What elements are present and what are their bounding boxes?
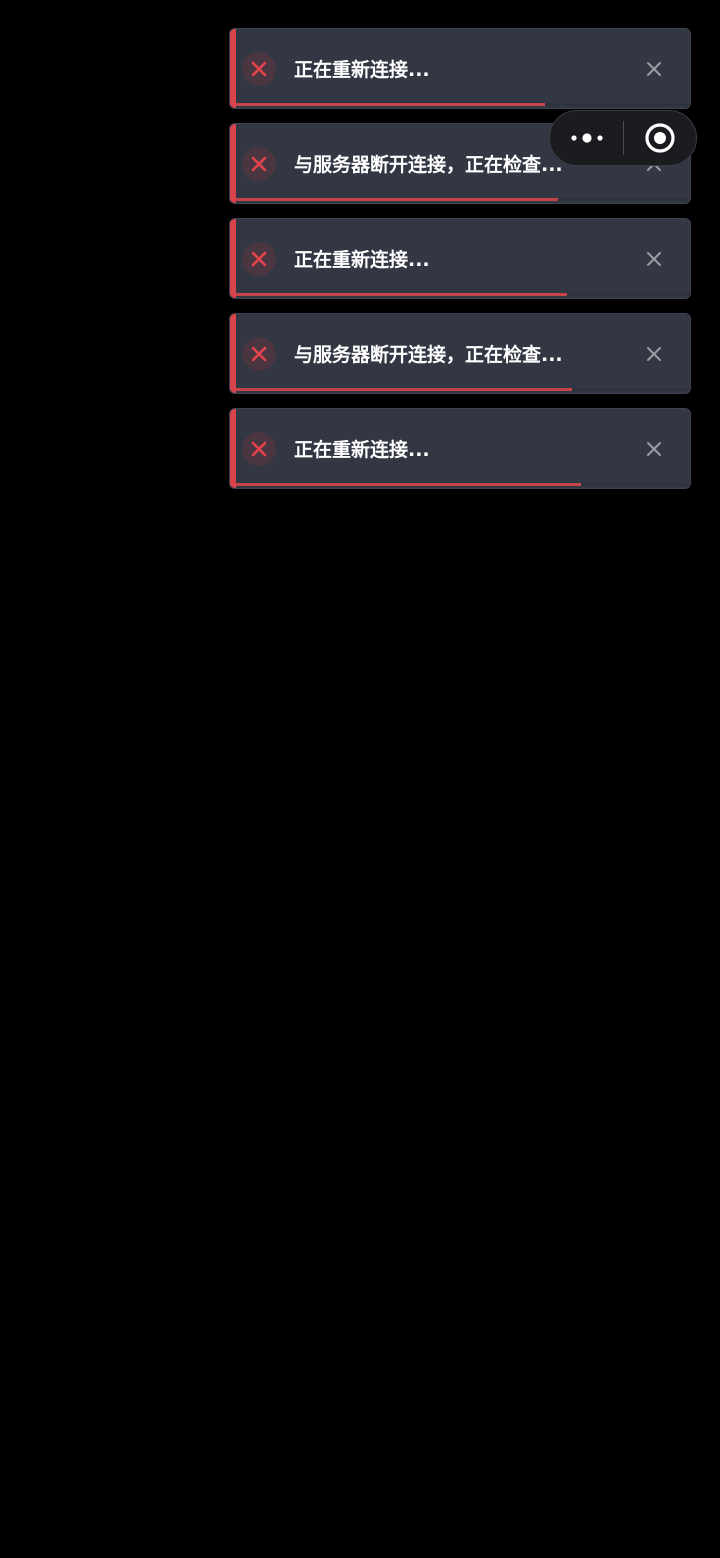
toast-progress-fill: [236, 103, 545, 106]
error-x-icon: [242, 432, 276, 466]
close-icon[interactable]: [640, 435, 668, 463]
target-circle-icon[interactable]: [624, 111, 696, 165]
error-x-icon: [242, 52, 276, 86]
toast-notification: 正在重新连接...: [229, 28, 691, 109]
toast-progress-track: [236, 483, 690, 486]
toast-accent-bar: [230, 219, 236, 298]
toast-progress-fill: [236, 483, 582, 486]
toast-accent-bar: [230, 29, 236, 108]
toast-progress-track: [236, 388, 690, 391]
toast-progress-fill: [236, 388, 572, 391]
toast-progress-fill: [236, 293, 568, 296]
toast-message: 正在重新连接...: [294, 249, 430, 271]
error-x-icon: [242, 242, 276, 276]
toast-message: 正在重新连接...: [294, 59, 430, 81]
error-x-icon: [242, 147, 276, 181]
toast-progress-fill: [236, 198, 559, 201]
error-x-icon: [242, 337, 276, 371]
toast-accent-bar: [230, 314, 236, 393]
toast-progress-track: [236, 198, 690, 201]
toast-stack: 正在重新连接... 与服务器断开连接，正在检查... 正在重新连接... 与服务…: [229, 28, 691, 503]
mini-program-capsule: [549, 110, 697, 166]
toast-notification: 正在重新连接...: [229, 218, 691, 299]
more-dots-icon[interactable]: [550, 111, 623, 165]
close-icon[interactable]: [640, 245, 668, 273]
toast-message: 正在重新连接...: [294, 439, 430, 461]
close-icon[interactable]: [640, 55, 668, 83]
toast-message: 与服务器断开连接，正在检查...: [294, 344, 563, 366]
close-icon[interactable]: [640, 340, 668, 368]
toast-notification: 与服务器断开连接，正在检查...: [229, 313, 691, 394]
toast-accent-bar: [230, 124, 236, 203]
toast-progress-track: [236, 103, 690, 106]
toast-progress-track: [236, 293, 690, 296]
toast-accent-bar: [230, 409, 236, 488]
toast-notification: 正在重新连接...: [229, 408, 691, 489]
